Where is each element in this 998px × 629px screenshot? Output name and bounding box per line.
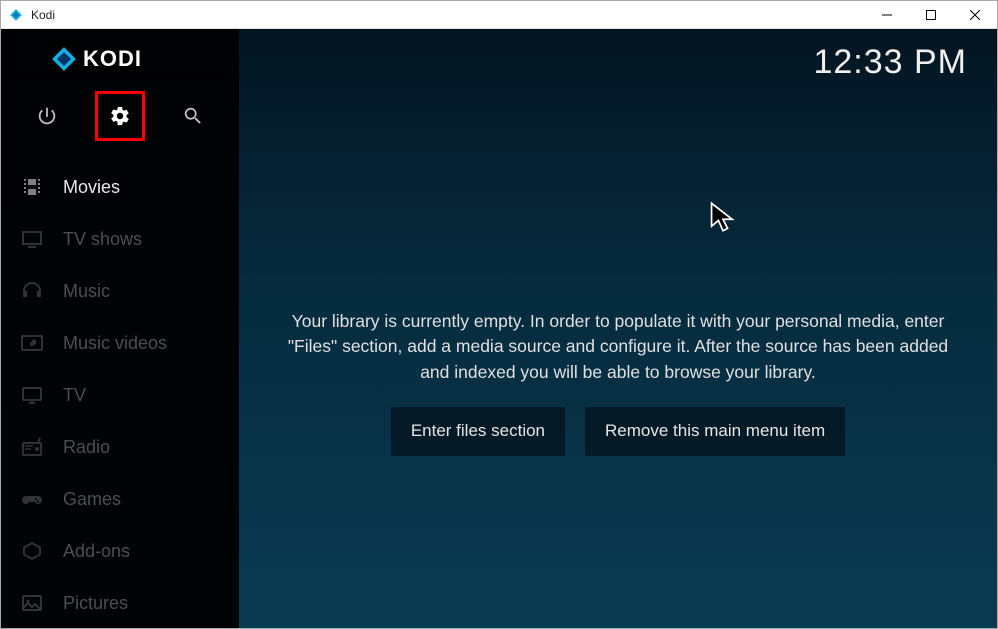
remove-menu-item-button[interactable]: Remove this main menu item — [585, 407, 845, 456]
empty-library-text: Your library is currently empty. In orde… — [279, 309, 957, 385]
musicvideo-icon — [19, 330, 45, 356]
sidebar-item-label: Radio — [63, 437, 110, 458]
sidebar-item-music[interactable]: Music — [1, 265, 239, 317]
sidebar-item-movies[interactable]: Movies — [1, 161, 239, 213]
cursor-icon — [709, 201, 737, 238]
action-row: Enter files section Remove this main men… — [279, 407, 957, 456]
kodi-titlebar-icon — [9, 8, 23, 22]
search-button[interactable] — [168, 91, 218, 141]
power-icon — [36, 105, 58, 127]
settings-button[interactable] — [95, 91, 145, 141]
sidebar-item-label: Music — [63, 281, 110, 302]
sidebar-item-games[interactable]: Games — [1, 473, 239, 525]
gear-icon — [109, 105, 131, 127]
sidebar-item-label: Pictures — [63, 593, 128, 614]
window-title: Kodi — [31, 8, 865, 22]
tvshow-icon — [19, 226, 45, 252]
sidebar-item-label: Add-ons — [63, 541, 130, 562]
sidebar-item-tv[interactable]: TV — [1, 369, 239, 421]
radio-icon — [19, 434, 45, 460]
sidebar-item-addons[interactable]: Add-ons — [1, 525, 239, 577]
sidebar: KODI Movies — [1, 29, 239, 628]
film-icon — [19, 174, 45, 200]
sidebar-item-pictures[interactable]: Pictures — [1, 577, 239, 628]
minimize-button[interactable] — [865, 1, 909, 29]
close-button[interactable] — [953, 1, 997, 29]
power-button[interactable] — [22, 91, 72, 141]
tool-row — [1, 89, 239, 143]
nav: Movies TV shows Music Music videos TV — [1, 143, 239, 628]
window: Kodi KODI — [0, 0, 998, 629]
tv-icon — [19, 382, 45, 408]
empty-library-message-block: Your library is currently empty. In orde… — [239, 309, 997, 456]
kodi-logo-text: KODI — [83, 46, 142, 72]
sidebar-item-label: TV shows — [63, 229, 142, 250]
addons-icon — [19, 538, 45, 564]
sidebar-item-label: Music videos — [63, 333, 167, 354]
search-icon — [182, 105, 204, 127]
logo-row: KODI — [1, 29, 239, 89]
headphones-icon — [19, 278, 45, 304]
sidebar-item-label: TV — [63, 385, 86, 406]
pictures-icon — [19, 590, 45, 616]
kodi-logo-icon — [51, 46, 77, 72]
maximize-button[interactable] — [909, 1, 953, 29]
sidebar-item-tvshows[interactable]: TV shows — [1, 213, 239, 265]
sidebar-item-radio[interactable]: Radio — [1, 421, 239, 473]
kodi-app: KODI Movies — [1, 29, 997, 628]
titlebar: Kodi — [1, 1, 997, 29]
gamepad-icon — [19, 486, 45, 512]
sidebar-item-label: Movies — [63, 177, 120, 198]
sidebar-item-label: Games — [63, 489, 121, 510]
clock: 12:33 PM — [813, 43, 967, 82]
kodi-logo: KODI — [51, 46, 142, 72]
content-area: 12:33 PM Your library is currently empty… — [239, 29, 997, 628]
enter-files-button[interactable]: Enter files section — [391, 407, 565, 456]
sidebar-item-musicvideos[interactable]: Music videos — [1, 317, 239, 369]
